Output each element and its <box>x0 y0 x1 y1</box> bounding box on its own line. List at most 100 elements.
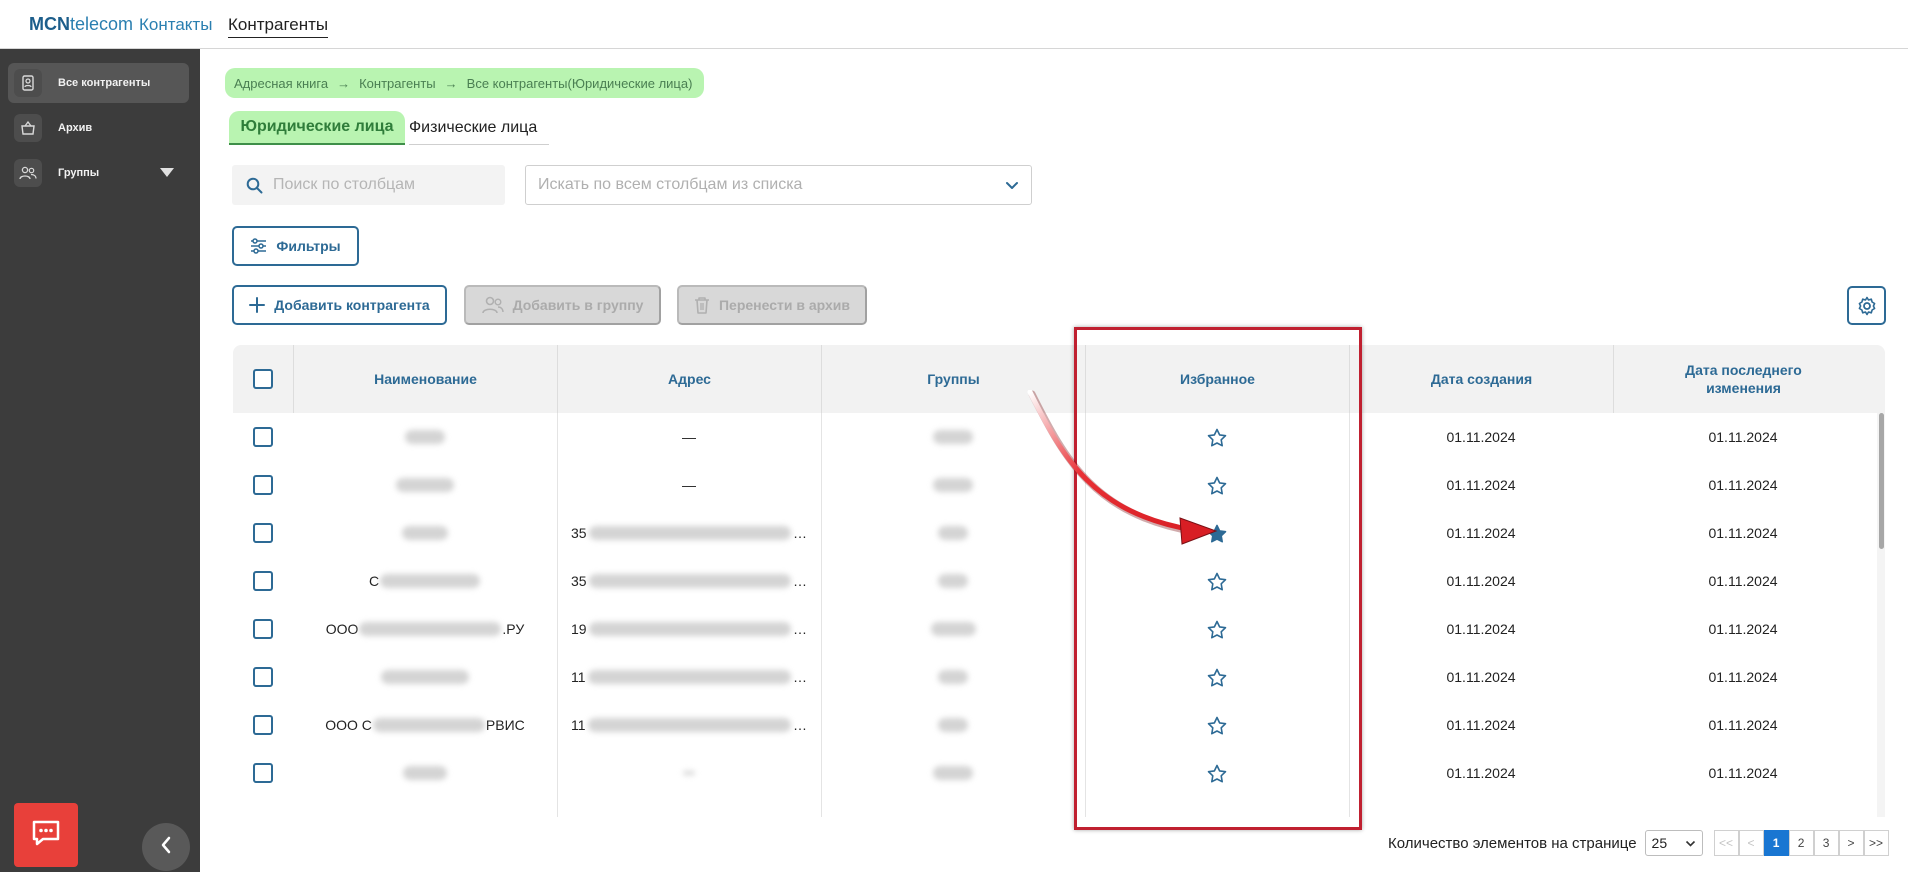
row-select-cell <box>233 605 293 653</box>
star-outline-icon[interactable] <box>1207 716 1227 735</box>
address-cell: — <box>557 413 821 461</box>
name-cell[interactable] <box>293 749 557 797</box>
breadcrumb-item-counterparties[interactable]: Контрагенты <box>359 76 436 91</box>
name-cell[interactable] <box>293 653 557 701</box>
star-outline-icon[interactable] <box>1207 764 1227 783</box>
row-checkbox[interactable] <box>253 475 273 495</box>
name-cell[interactable]: С <box>293 557 557 605</box>
add-to-group-button[interactable]: Добавить в группу <box>464 285 661 325</box>
modified-date-cell: 01.11.2024 <box>1708 477 1778 493</box>
next-page-button[interactable]: > <box>1838 830 1864 856</box>
table-row[interactable]: — 01.11.2024 01.11.2024 <box>233 413 1873 461</box>
row-select-cell <box>233 461 293 509</box>
page-button-1[interactable]: 1 <box>1763 830 1789 856</box>
modified-date-cell: 01.11.2024 <box>1708 573 1778 589</box>
column-header-modified[interactable]: Дата последнего изменения <box>1613 345 1873 413</box>
tab-legal-entities[interactable]: Юридические лица <box>229 111 405 145</box>
breadcrumb-item-current: Все контрагенты(Юридические лица) <box>466 75 693 91</box>
star-outline-icon[interactable] <box>1207 572 1227 591</box>
column-header-address[interactable]: Адрес <box>557 345 821 413</box>
address-cell: 11… <box>571 669 807 685</box>
table-row[interactable]: ООО С РВИС 11… 01.11.2024 01.11.2024 <box>233 701 1873 749</box>
redacted-text <box>933 478 973 492</box>
column-search-select[interactable]: Искать по всем столбцам из списка <box>525 165 1032 205</box>
row-checkbox[interactable] <box>253 667 273 687</box>
select-placeholder: Искать по всем столбцам из списка <box>538 176 803 193</box>
groups-cell <box>821 413 1085 461</box>
caret-down-icon[interactable] <box>160 168 174 177</box>
nav-counterparties[interactable]: Контрагенты <box>228 15 329 38</box>
arrow-right-icon: → <box>337 75 351 91</box>
row-checkbox[interactable] <box>253 427 273 447</box>
redacted-text <box>930 622 976 636</box>
redacted-text <box>381 670 469 684</box>
row-checkbox[interactable] <box>253 715 273 735</box>
table-row[interactable]: 01.11.2024 01.11.2024 <box>233 749 1873 797</box>
sidebar: Все контрагенты Архив Группы <box>0 49 200 872</box>
nav-contacts[interactable]: Контакты <box>139 15 212 35</box>
move-to-archive-button[interactable]: Перенести в архив <box>677 285 867 325</box>
favorite-cell <box>1085 749 1349 797</box>
name-prefix: С <box>368 573 380 589</box>
table-row[interactable]: 35… 01.11.2024 01.11.2024 <box>233 509 1873 557</box>
groups-cell <box>821 653 1085 701</box>
gear-icon <box>1857 296 1877 316</box>
tab-individuals[interactable]: Физические лица <box>409 111 549 145</box>
star-filled-icon[interactable] <box>1207 524 1227 543</box>
filters-button[interactable]: Фильтры <box>232 226 359 266</box>
page-button-3[interactable]: 3 <box>1813 830 1839 856</box>
first-page-button[interactable]: << <box>1713 830 1739 856</box>
sidebar-item-all-counterparties[interactable]: Все контрагенты <box>8 63 189 103</box>
row-checkbox[interactable] <box>253 571 273 591</box>
created-date-cell: 01.11.2024 <box>1446 669 1516 685</box>
address-value: — <box>682 429 696 445</box>
star-outline-icon[interactable] <box>1207 428 1227 447</box>
page-button-2[interactable]: 2 <box>1788 830 1814 856</box>
table-settings-button[interactable] <box>1847 286 1886 325</box>
row-select-cell <box>233 413 293 461</box>
row-checkbox[interactable] <box>253 619 273 639</box>
name-cell[interactable] <box>293 461 557 509</box>
sidebar-item-archive[interactable]: Архив <box>8 108 189 148</box>
name-cell[interactable]: ООО С РВИС <box>293 701 557 749</box>
created-date-cell: 01.11.2024 <box>1446 717 1516 733</box>
row-select-cell <box>233 653 293 701</box>
chat-button[interactable] <box>14 803 78 867</box>
select-all-checkbox[interactable] <box>253 369 273 389</box>
table-row[interactable]: 11… 01.11.2024 01.11.2024 <box>233 653 1873 701</box>
prev-page-button[interactable]: < <box>1738 830 1764 856</box>
search-field[interactable] <box>232 165 505 205</box>
star-outline-icon[interactable] <box>1207 668 1227 687</box>
table-scrollbar-thumb[interactable] <box>1879 413 1884 549</box>
table-row[interactable]: ООО .РУ 19… 01.11.2024 01.11.2024 <box>233 605 1873 653</box>
column-header-groups[interactable]: Группы <box>821 345 1085 413</box>
redacted-text <box>938 526 968 540</box>
name-suffix: РВИС <box>485 717 525 733</box>
row-checkbox[interactable] <box>253 523 273 543</box>
name-cell[interactable]: ООО .РУ <box>293 605 557 653</box>
search-input[interactable] <box>273 176 493 194</box>
chevron-down-icon <box>1685 840 1696 847</box>
column-header-name[interactable]: Наименование <box>293 345 557 413</box>
row-checkbox[interactable] <box>253 763 273 783</box>
name-cell[interactable] <box>293 413 557 461</box>
address-prefix: 35 <box>571 573 587 589</box>
redacted-text <box>405 430 445 444</box>
add-counterparty-button[interactable]: Добавить контрагента <box>232 285 447 325</box>
collapse-sidebar-button[interactable] <box>142 823 190 871</box>
page-size-select[interactable]: 25 <box>1644 830 1703 856</box>
name-cell[interactable] <box>293 509 557 557</box>
table-row[interactable]: С 35… 01.11.2024 01.11.2024 <box>233 557 1873 605</box>
star-outline-icon[interactable] <box>1207 620 1227 639</box>
sidebar-item-groups[interactable]: Группы <box>8 153 189 193</box>
table-row[interactable]: — 01.11.2024 01.11.2024 <box>233 461 1873 509</box>
column-header-created[interactable]: Дата создания <box>1349 345 1613 413</box>
brand-logo[interactable]: MCNtelecom <box>29 14 133 35</box>
name-prefix: ООО <box>325 621 359 637</box>
star-outline-icon[interactable] <box>1207 476 1227 495</box>
created-date-cell: 01.11.2024 <box>1446 573 1516 589</box>
column-header-favorite[interactable]: Избранное <box>1085 345 1349 413</box>
last-page-button[interactable]: >> <box>1863 830 1889 856</box>
breadcrumb-item-address-book[interactable]: Адресная книга <box>234 76 328 91</box>
created-date-cell: 01.11.2024 <box>1446 765 1516 781</box>
